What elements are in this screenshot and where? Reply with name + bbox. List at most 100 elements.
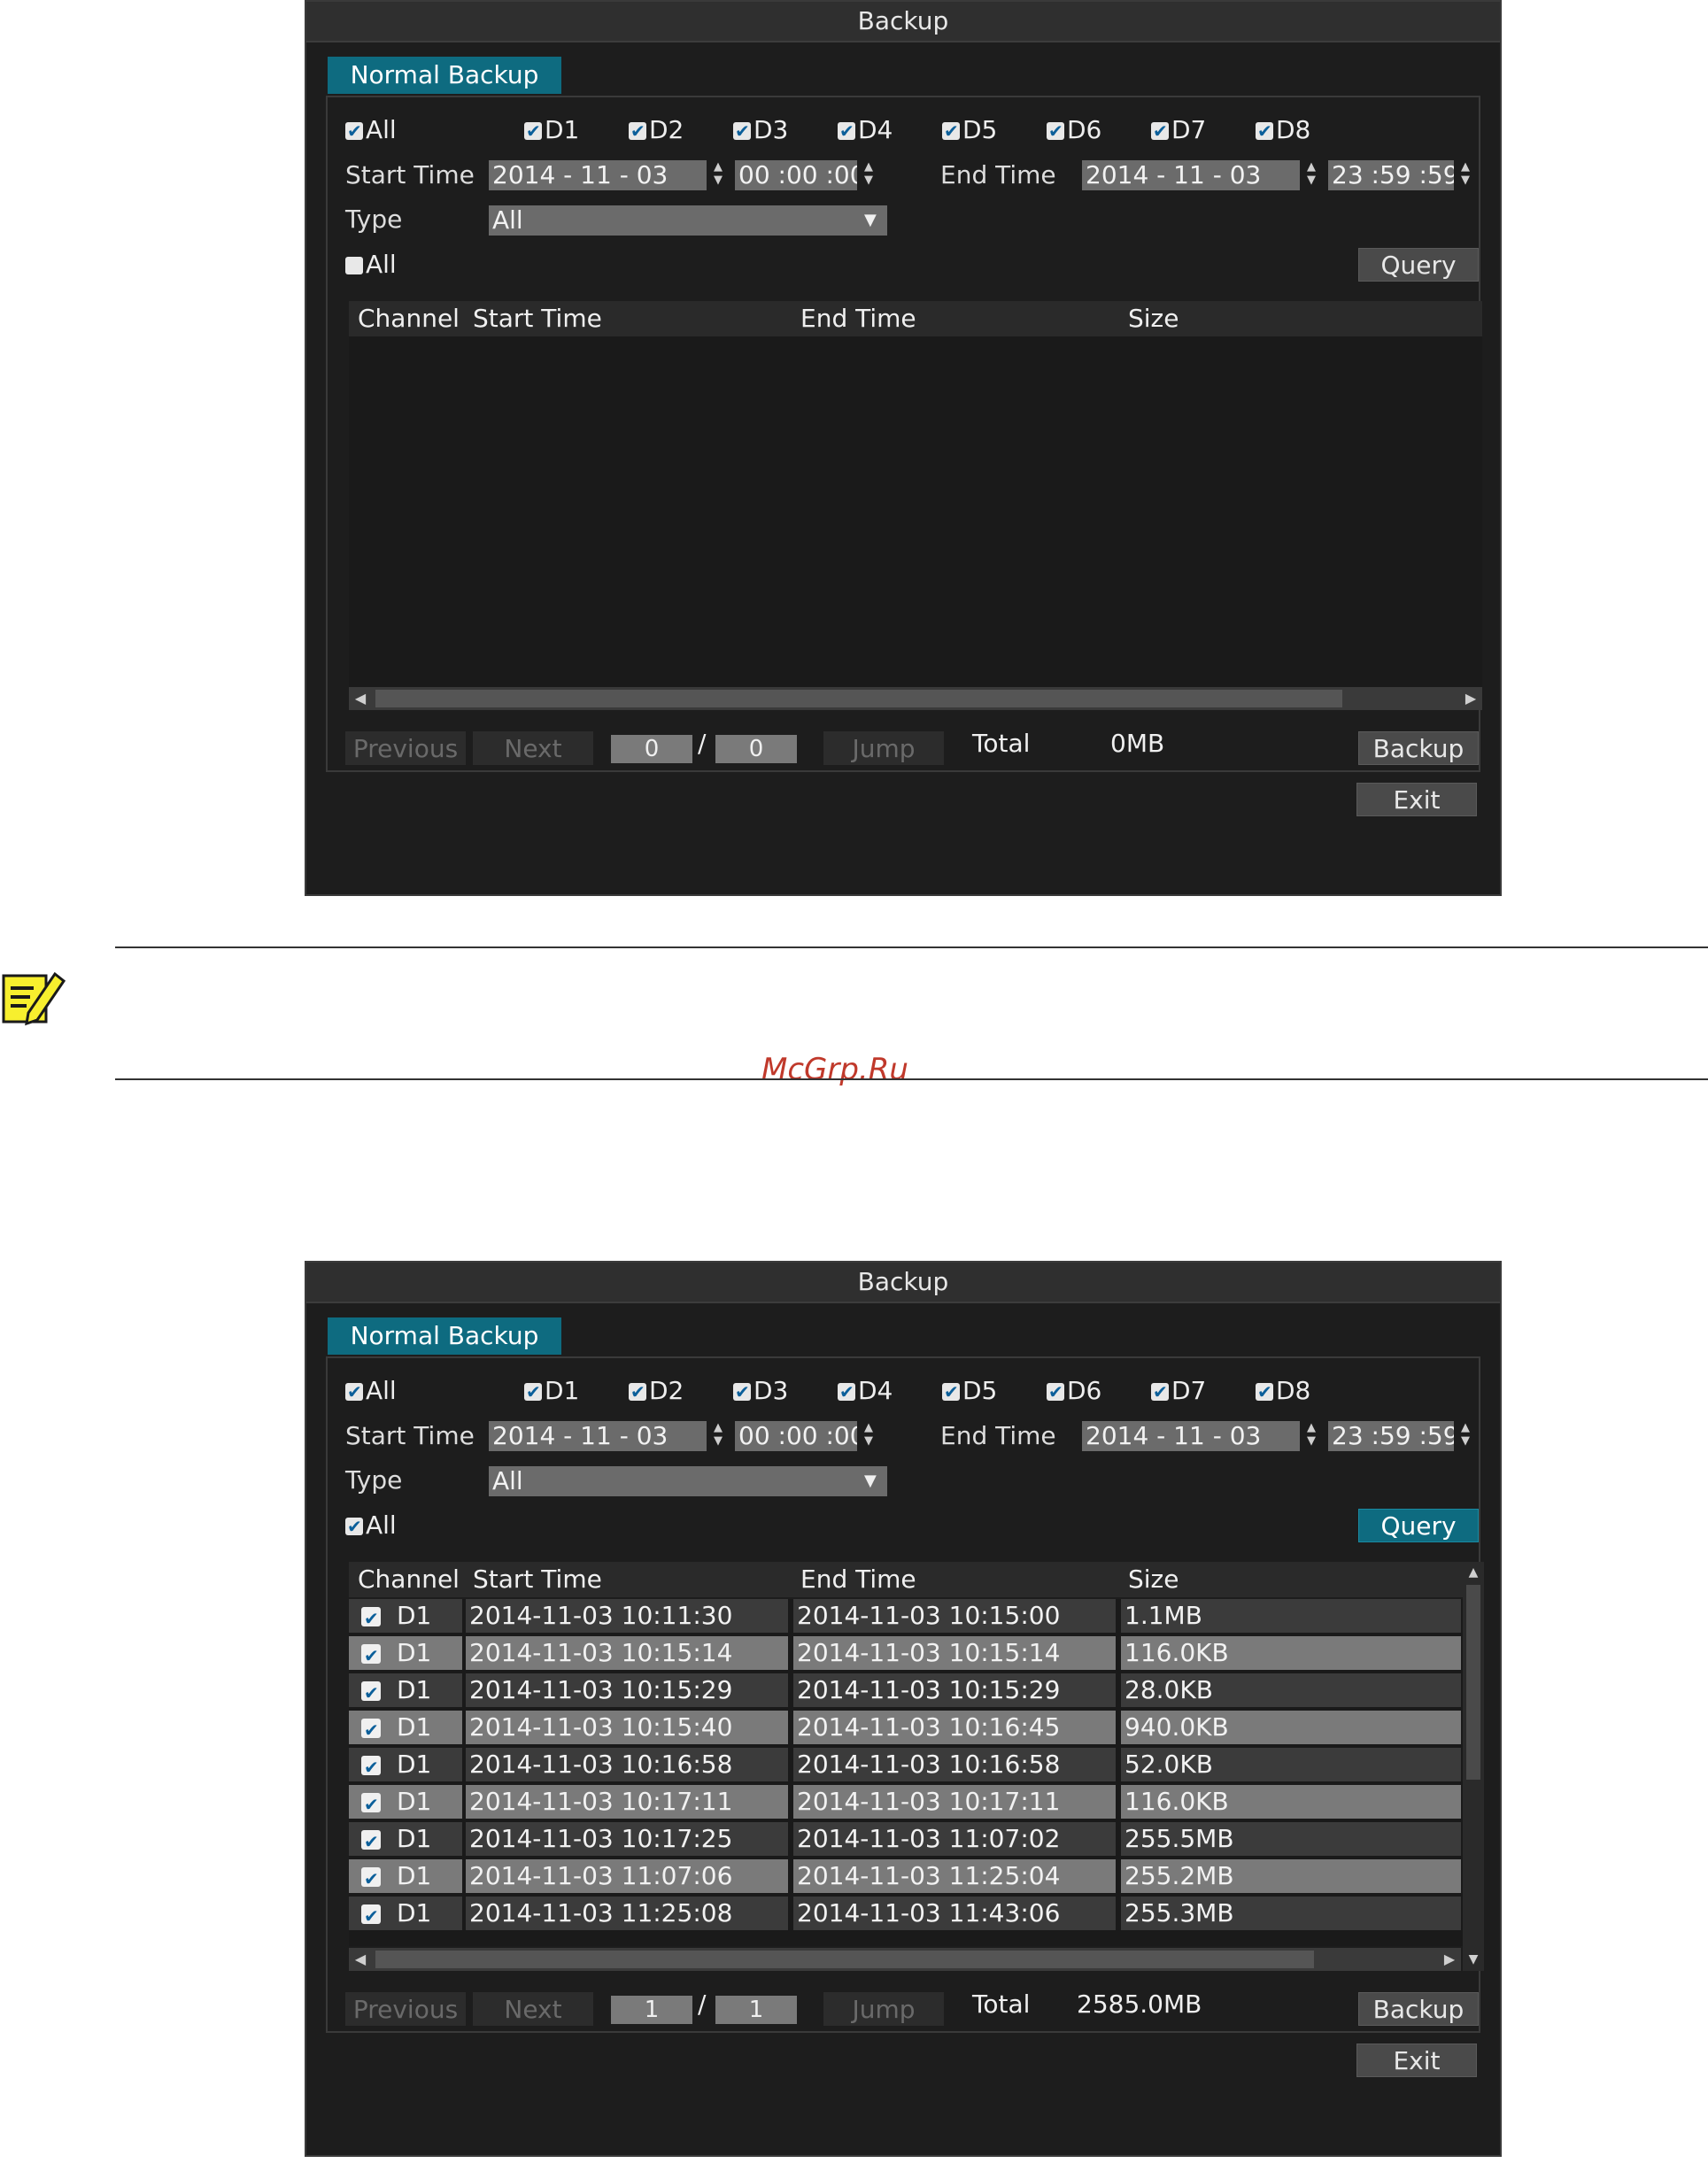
chevron-down-icon[interactable]: ▼ (864, 205, 887, 236)
page-current-input[interactable]: 1 (611, 1996, 692, 2024)
jump-button[interactable]: Jump (823, 731, 944, 765)
vertical-scrollbar[interactable]: ▲ (1463, 1562, 1484, 1948)
start-clock-field[interactable]: 00 :00 :00 (735, 160, 857, 190)
backup-panel: All D1 D2 D3 D4 D5 D6 D7 D8 Start Time 2… (326, 96, 1482, 772)
exit-button[interactable]: Exit (1356, 2044, 1477, 2077)
end-clock-field[interactable]: 23 :59 :59 (1328, 1421, 1454, 1451)
channel-d2-checkbox[interactable]: D2 (629, 115, 684, 146)
type-select[interactable]: All (489, 205, 887, 236)
scroll-left-icon[interactable]: ◀ (349, 687, 372, 710)
type-select[interactable]: All (489, 1466, 887, 1496)
end-clock-spinner-icon[interactable]: ▲ ▼ (1456, 160, 1475, 190)
table-row[interactable]: D1 2014-11-03 10:17:252014-11-03 11:07:02… (349, 1822, 1461, 1856)
channel-d6-checkbox[interactable]: D6 (1047, 115, 1101, 146)
select-all-files-checkbox[interactable]: All (345, 250, 397, 280)
table-row[interactable]: D1 2014-11-03 10:15:402014-11-03 10:16:45… (349, 1711, 1461, 1744)
channel-d4-checkbox[interactable]: D4 (838, 115, 893, 146)
channel-d5-checkbox[interactable]: D5 (942, 1376, 997, 1407)
row-channel-cell[interactable]: D1 (349, 1599, 462, 1633)
row-checkbox-icon[interactable] (361, 1639, 381, 1670)
channel-d8-checkbox[interactable]: D8 (1256, 1376, 1310, 1407)
query-button[interactable]: Query (1358, 1509, 1479, 1542)
channel-d4-checkbox[interactable]: D4 (838, 1376, 893, 1407)
scrollbar-thumb[interactable] (1466, 1585, 1480, 1780)
scroll-up-icon[interactable]: ▲ (1463, 1562, 1484, 1583)
tab-normal-backup[interactable]: Normal Backup (328, 1317, 561, 1355)
scroll-left-icon[interactable]: ◀ (349, 1948, 372, 1971)
start-date-field[interactable]: 2014 - 11 - 03 (489, 1421, 707, 1451)
page-current-input[interactable]: 0 (611, 735, 692, 763)
row-checkbox-icon[interactable] (361, 1788, 381, 1819)
end-date-field[interactable]: 2014 - 11 - 03 (1082, 160, 1300, 190)
row-checkbox-icon[interactable] (361, 1676, 381, 1707)
channel-d5-checkbox[interactable]: D5 (942, 115, 997, 146)
scroll-down-icon[interactable]: ▼ (1463, 1948, 1484, 1971)
row-checkbox-icon[interactable] (361, 1899, 381, 1930)
select-all-files-checkbox[interactable]: All (345, 1510, 397, 1541)
channel-d3-checkbox[interactable]: D3 (733, 115, 788, 146)
start-clock-spinner-icon[interactable]: ▲ ▼ (859, 1421, 878, 1451)
end-date-spinner-icon[interactable]: ▲ ▼ (1302, 1421, 1321, 1451)
start-clock-spinner-icon[interactable]: ▲ ▼ (859, 160, 878, 190)
scrollbar-thumb[interactable] (375, 1951, 1314, 1968)
chevron-down-icon[interactable]: ▼ (864, 1466, 887, 1496)
table-row[interactable]: D1 2014-11-03 10:11:302014-11-03 10:15:00… (349, 1599, 1461, 1633)
scroll-right-icon[interactable]: ▶ (1438, 1948, 1461, 1971)
row-channel-cell[interactable]: D1 (349, 1673, 462, 1707)
end-clock-field[interactable]: 23 :59 :59 (1328, 160, 1454, 190)
channel-d8-checkbox[interactable]: D8 (1256, 115, 1310, 146)
horizontal-scrollbar[interactable]: ◀ ▶ (349, 687, 1482, 710)
channel-d7-checkbox[interactable]: D7 (1151, 115, 1206, 146)
row-channel-cell[interactable]: D1 (349, 1748, 462, 1781)
row-channel-label: D1 (397, 1787, 432, 1816)
horizontal-scrollbar[interactable]: ◀ ▶ (349, 1948, 1461, 1971)
channel-d6-checkbox[interactable]: D6 (1047, 1376, 1101, 1407)
end-date-field[interactable]: 2014 - 11 - 03 (1082, 1421, 1300, 1451)
column-channel: Channel (358, 1565, 460, 1594)
row-channel-cell[interactable]: D1 (349, 1636, 462, 1670)
channel-d2-checkbox[interactable]: D2 (629, 1376, 684, 1407)
row-channel-cell[interactable]: D1 (349, 1785, 462, 1819)
row-checkbox-icon[interactable] (361, 1825, 381, 1856)
table-row[interactable]: D1 2014-11-03 11:07:062014-11-03 11:25:04… (349, 1859, 1461, 1893)
table-row[interactable]: D1 2014-11-03 11:25:082014-11-03 11:43:06… (349, 1897, 1461, 1930)
channel-all-checkbox[interactable]: All (345, 1376, 397, 1407)
backup-button[interactable]: Backup (1358, 731, 1479, 765)
table-row[interactable]: D1 2014-11-03 10:17:112014-11-03 10:17:11… (349, 1785, 1461, 1819)
row-end-time: 2014-11-03 11:07:02 (793, 1822, 1116, 1856)
row-checkbox-icon[interactable] (361, 1602, 381, 1633)
exit-button[interactable]: Exit (1356, 783, 1477, 816)
backup-button[interactable]: Backup (1358, 1992, 1479, 2026)
previous-button[interactable]: Previous (345, 1992, 466, 2026)
previous-button[interactable]: Previous (345, 731, 466, 765)
table-row[interactable]: D1 2014-11-03 10:15:292014-11-03 10:15:29… (349, 1673, 1461, 1707)
jump-button[interactable]: Jump (823, 1992, 944, 2026)
table-row[interactable]: D1 2014-11-03 10:15:142014-11-03 10:15:14… (349, 1636, 1461, 1670)
start-date-field[interactable]: 2014 - 11 - 03 (489, 160, 707, 190)
tab-normal-backup[interactable]: Normal Backup (328, 57, 561, 94)
start-date-spinner-icon[interactable]: ▲ ▼ (708, 1421, 728, 1451)
query-button[interactable]: Query (1358, 248, 1479, 282)
row-channel-cell[interactable]: D1 (349, 1859, 462, 1893)
row-channel-cell[interactable]: D1 (349, 1897, 462, 1930)
next-button[interactable]: Next (473, 731, 593, 765)
end-date-spinner-icon[interactable]: ▲ ▼ (1302, 160, 1321, 190)
row-checkbox-icon[interactable] (361, 1713, 381, 1744)
row-checkbox-icon[interactable] (361, 1862, 381, 1893)
next-button[interactable]: Next (473, 1992, 593, 2026)
scroll-right-icon[interactable]: ▶ (1459, 687, 1482, 710)
checkbox-icon (524, 116, 542, 146)
row-channel-cell[interactable]: D1 (349, 1711, 462, 1744)
channel-d3-checkbox[interactable]: D3 (733, 1376, 788, 1407)
channel-d1-checkbox[interactable]: D1 (524, 1376, 579, 1407)
end-clock-spinner-icon[interactable]: ▲ ▼ (1456, 1421, 1475, 1451)
row-channel-cell[interactable]: D1 (349, 1822, 462, 1856)
channel-all-checkbox[interactable]: All (345, 115, 397, 146)
table-row[interactable]: D1 2014-11-03 10:16:582014-11-03 10:16:58… (349, 1748, 1461, 1781)
start-date-spinner-icon[interactable]: ▲ ▼ (708, 160, 728, 190)
channel-d1-checkbox[interactable]: D1 (524, 115, 579, 146)
start-clock-field[interactable]: 00 :00 :00 (735, 1421, 857, 1451)
row-checkbox-icon[interactable] (361, 1750, 381, 1781)
scrollbar-thumb[interactable] (375, 690, 1342, 707)
channel-d7-checkbox[interactable]: D7 (1151, 1376, 1206, 1407)
